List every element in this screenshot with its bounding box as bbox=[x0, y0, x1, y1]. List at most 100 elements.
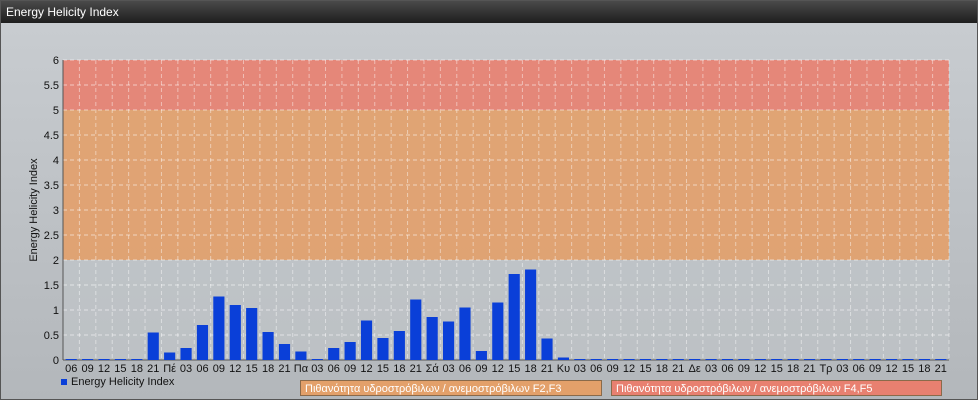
bar bbox=[262, 332, 274, 360]
x-tick-label: Σά bbox=[426, 363, 440, 375]
x-tick-label: 21 bbox=[410, 363, 422, 375]
bar bbox=[459, 307, 471, 360]
x-tick-label: 21 bbox=[147, 363, 159, 375]
x-tick-label: Πέ bbox=[163, 363, 176, 375]
x-tick-label: 03 bbox=[311, 363, 323, 375]
x-tick-label: 12 bbox=[623, 363, 635, 375]
bar bbox=[902, 359, 914, 360]
y-tick-label: 4.5 bbox=[44, 130, 59, 142]
y-tick-label: 4 bbox=[53, 155, 59, 167]
x-tick-label: 09 bbox=[213, 363, 225, 375]
bar bbox=[278, 344, 291, 360]
x-tick-label: 03 bbox=[442, 363, 454, 375]
bar bbox=[656, 359, 668, 360]
bar bbox=[246, 308, 258, 360]
x-tick-label: 03 bbox=[836, 363, 848, 375]
x-tick-label: 09 bbox=[81, 363, 93, 375]
bar bbox=[918, 359, 930, 360]
y-tick-label: 5 bbox=[53, 105, 59, 117]
x-tick-label: 15 bbox=[114, 363, 126, 375]
bar bbox=[935, 359, 947, 360]
bar bbox=[360, 320, 373, 360]
x-tick-label: 15 bbox=[246, 363, 258, 375]
x-tick-label: 03 bbox=[705, 363, 717, 375]
x-tick-label: 06 bbox=[65, 363, 77, 375]
bar bbox=[311, 359, 323, 360]
x-tick-label: 06 bbox=[721, 363, 733, 375]
bar bbox=[295, 351, 307, 360]
x-tick-label: 18 bbox=[131, 363, 143, 375]
x-tick-label: 09 bbox=[607, 363, 619, 375]
legend-label: Energy Helicity Index bbox=[71, 376, 175, 388]
bar bbox=[475, 351, 487, 360]
band-legend-f4f5[interactable]: Πιθανότητα υδροστρόβιλων / ανεμοστρόβιλω… bbox=[611, 380, 942, 396]
bar bbox=[557, 357, 570, 360]
x-tick-label: 12 bbox=[360, 363, 372, 375]
x-tick-label: 06 bbox=[196, 363, 208, 375]
bar bbox=[639, 359, 652, 360]
bar bbox=[65, 359, 77, 360]
x-tick-label: 09 bbox=[475, 363, 487, 375]
y-tick-label: 2 bbox=[53, 255, 59, 267]
y-tick-label: 3 bbox=[53, 205, 59, 217]
bar bbox=[689, 359, 701, 360]
bar bbox=[771, 359, 783, 360]
band-legend-f2f3[interactable]: Πιθανότητα υδροστρόβιλων / ανεμοστρόβιλω… bbox=[300, 380, 602, 396]
bar bbox=[492, 302, 504, 360]
x-tick-label: 15 bbox=[508, 363, 520, 375]
y-tick-label: 5.5 bbox=[44, 80, 59, 92]
x-tick-label: 18 bbox=[787, 363, 799, 375]
legend-swatch bbox=[61, 379, 67, 386]
y-tick-label: 0.5 bbox=[44, 330, 59, 342]
bar bbox=[164, 352, 176, 360]
bar bbox=[426, 317, 438, 360]
bar bbox=[623, 359, 635, 360]
x-tick-label: 09 bbox=[738, 363, 750, 375]
bar bbox=[508, 274, 520, 360]
y-tick-label: 0 bbox=[53, 355, 59, 367]
x-tick-label: 21 bbox=[278, 363, 290, 375]
x-tick-label: 12 bbox=[229, 363, 241, 375]
chart-panel: Energy Helicity Index 0 0.5 1 1.5 2 2.5 3 3.5 4 4… bbox=[0, 0, 978, 400]
bar bbox=[754, 359, 766, 360]
x-tick-label: Πα bbox=[294, 363, 309, 375]
bar bbox=[442, 321, 455, 360]
bar bbox=[869, 359, 881, 360]
x-tick-label: Δε bbox=[689, 363, 701, 375]
x-tick-label: 06 bbox=[459, 363, 471, 375]
ehi-chart: 0 0.5 1 1.5 2 2.5 3 3.5 4 4.5 5 5.5 6 Energy Helicity… bbox=[28, 55, 950, 375]
bar bbox=[836, 359, 848, 360]
x-tick-label: 15 bbox=[377, 363, 389, 375]
bar bbox=[574, 359, 586, 360]
series-legend[interactable]: Energy Helicity Index bbox=[61, 376, 174, 388]
bar bbox=[541, 338, 553, 360]
bar bbox=[820, 359, 832, 360]
x-tick-label: 18 bbox=[393, 363, 405, 375]
x-tick-label: 06 bbox=[853, 363, 865, 375]
bar bbox=[131, 359, 143, 360]
bar bbox=[98, 359, 110, 360]
y-axis-label: Energy Helicity Index bbox=[28, 158, 40, 262]
x-tick-label: 06 bbox=[590, 363, 602, 375]
bar bbox=[147, 332, 159, 360]
bar bbox=[885, 359, 898, 360]
x-tick-label: 12 bbox=[98, 363, 110, 375]
x-tick-label: Τρ bbox=[819, 363, 832, 375]
bar bbox=[393, 331, 405, 360]
bar bbox=[607, 359, 619, 360]
bar bbox=[196, 325, 209, 360]
y-tick-label: 2.5 bbox=[44, 230, 59, 242]
x-tick-label: 21 bbox=[935, 363, 947, 375]
bar bbox=[705, 359, 717, 360]
x-tick-label: Κυ bbox=[557, 363, 570, 375]
x-tick-label: 21 bbox=[541, 363, 553, 375]
x-tick-label: 18 bbox=[656, 363, 668, 375]
x-tick-label: 18 bbox=[524, 363, 536, 375]
bar bbox=[328, 348, 340, 360]
x-tick-label: 21 bbox=[803, 363, 815, 375]
x-tick-label: 03 bbox=[180, 363, 192, 375]
x-tick-label: 15 bbox=[771, 363, 783, 375]
bar bbox=[344, 342, 356, 360]
y-tick-label: 1 bbox=[53, 305, 59, 317]
bar bbox=[590, 359, 602, 360]
